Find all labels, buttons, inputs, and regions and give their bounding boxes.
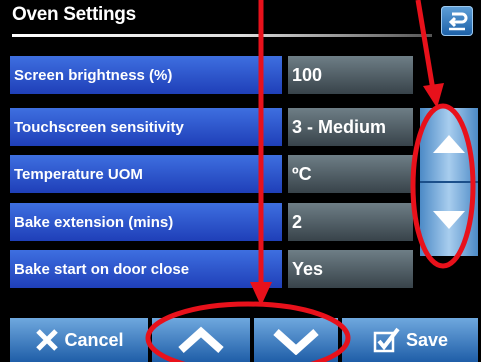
title-underline — [12, 34, 432, 37]
save-label: Save — [405, 329, 449, 350]
checkbox-icon — [373, 327, 400, 353]
save-button[interactable]: Save — [342, 318, 478, 362]
setting-label: Bake start on door close — [10, 250, 282, 288]
setting-label: Bake extension (mins) — [10, 203, 282, 241]
setting-value[interactable]: ºC — [288, 155, 413, 193]
scroll-up-button[interactable] — [420, 108, 478, 180]
chevron-down-icon — [273, 329, 319, 355]
page-up-button[interactable] — [152, 318, 250, 362]
setting-value[interactable]: 3 - Medium — [288, 108, 413, 146]
scrollbar-divider — [420, 181, 478, 183]
triangle-down-icon — [433, 211, 465, 229]
callout-arrowhead — [423, 83, 444, 108]
scroll-down-button[interactable] — [420, 184, 478, 256]
chevron-up-icon — [178, 326, 224, 353]
setting-label: Temperature UOM — [10, 155, 282, 193]
x-icon — [36, 329, 59, 351]
cancel-button[interactable]: Cancel — [10, 318, 148, 362]
page-title: Oven Settings — [12, 4, 136, 25]
oven-settings-screen: Oven Settings Screen brightness (%) 100 … — [0, 0, 481, 362]
back-button[interactable] — [441, 6, 473, 36]
scrollbar[interactable] — [420, 108, 478, 256]
setting-label: Touchscreen sensitivity — [10, 108, 282, 146]
setting-value[interactable]: 2 — [288, 203, 413, 241]
triangle-up-icon — [433, 135, 465, 153]
setting-value[interactable]: Yes — [288, 250, 413, 288]
setting-label: Screen brightness (%) — [10, 56, 282, 94]
page-down-button[interactable] — [254, 318, 338, 362]
back-arrow-icon — [448, 12, 468, 31]
cancel-label: Cancel — [64, 329, 124, 350]
setting-value[interactable]: 100 — [288, 56, 413, 94]
callout-arrow-line — [415, 0, 436, 91]
